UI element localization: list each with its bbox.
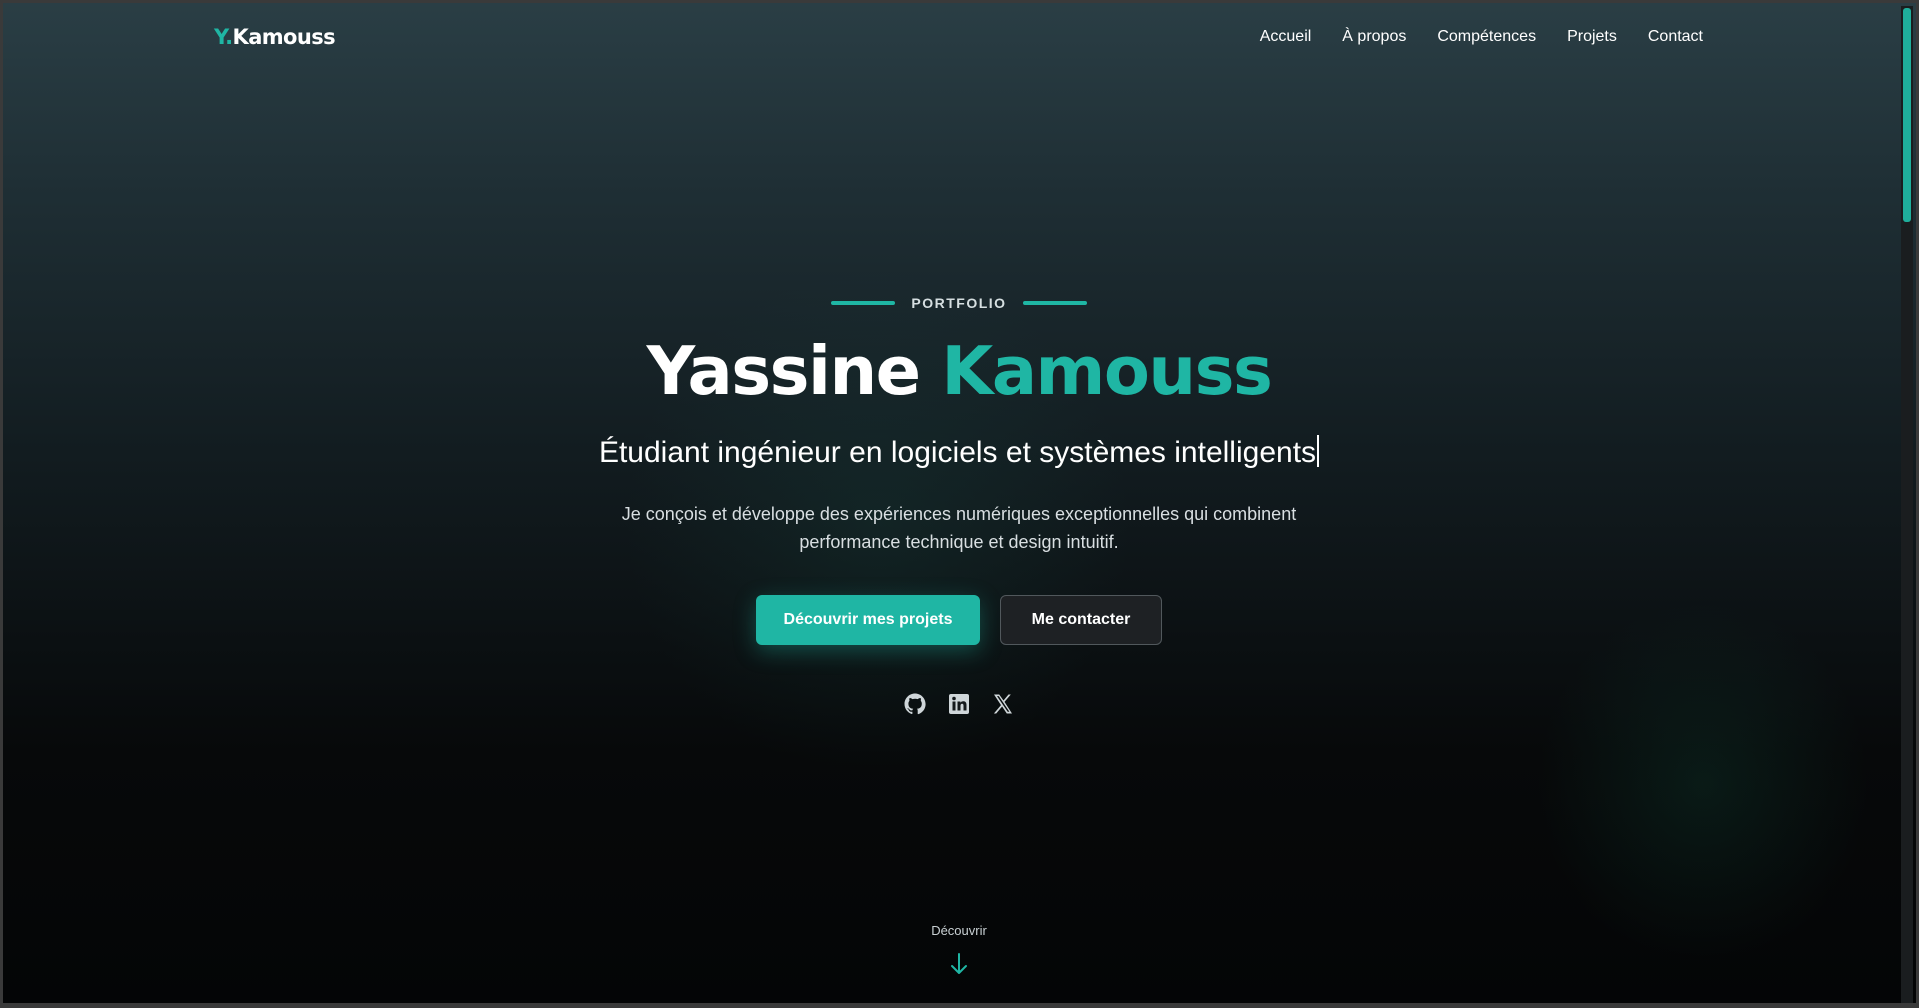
scrollbar-thumb[interactable] — [1903, 8, 1911, 222]
nav-link-a-propos[interactable]: À propos — [1342, 28, 1406, 46]
scrollbar[interactable] — [1901, 6, 1913, 1003]
nav-link-competences[interactable]: Compétences — [1437, 28, 1536, 46]
hero-subtitle-text: Étudiant ingénieur en logiciels et systè… — [598, 436, 1317, 469]
contact-me-button[interactable]: Me contacter — [1000, 595, 1162, 645]
hero-buttons: Découvrir mes projets Me contacter — [3, 595, 1915, 645]
linkedin-icon[interactable] — [946, 691, 972, 717]
github-icon[interactable] — [902, 691, 928, 717]
hero-description: Je conçois et développe des expériences … — [559, 500, 1359, 556]
hero-description-line: performance technique et design intuitif… — [799, 532, 1119, 552]
nav-link-accueil[interactable]: Accueil — [1260, 28, 1312, 46]
nav-links: Accueil À propos Compétences Projets Con… — [1260, 28, 1703, 46]
hero-description-line: Je conçois et développe des expériences … — [621, 504, 1297, 524]
nav-link-projets[interactable]: Projets — [1567, 28, 1617, 46]
logo-name: Kamouss — [232, 25, 336, 49]
hero-subtitle: Étudiant ingénieur en logiciels et systè… — [3, 431, 1915, 475]
social-links — [3, 691, 1915, 717]
logo[interactable]: Y.Kamouss — [214, 25, 336, 49]
typing-caret — [1317, 435, 1320, 467]
scroll-hint: Découvrir — [3, 923, 1915, 981]
logo-prefix: Y. — [214, 25, 233, 49]
nav-link-contact[interactable]: Contact — [1648, 28, 1703, 46]
eyebrow-text: PORTFOLIO — [911, 295, 1007, 311]
eyebrow-line-right — [1022, 301, 1087, 305]
x-icon[interactable] — [990, 691, 1016, 717]
top-nav: Y.Kamouss Accueil À propos Compétences P… — [3, 3, 1916, 75]
scroll-label: Découvrir — [931, 923, 987, 938]
arrow-down-icon[interactable] — [949, 952, 969, 976]
page-viewport: Y.Kamouss Accueil À propos Compétences P… — [0, 0, 1919, 1008]
discover-projects-button[interactable]: Découvrir mes projets — [756, 595, 980, 645]
hero-title: Yassine Kamouss — [3, 331, 1915, 411]
hero-last-name: Kamouss — [941, 332, 1272, 410]
hero-first-name: Yassine — [646, 332, 921, 410]
hero-eyebrow: PORTFOLIO — [3, 295, 1915, 311]
eyebrow-line-left — [831, 301, 896, 305]
